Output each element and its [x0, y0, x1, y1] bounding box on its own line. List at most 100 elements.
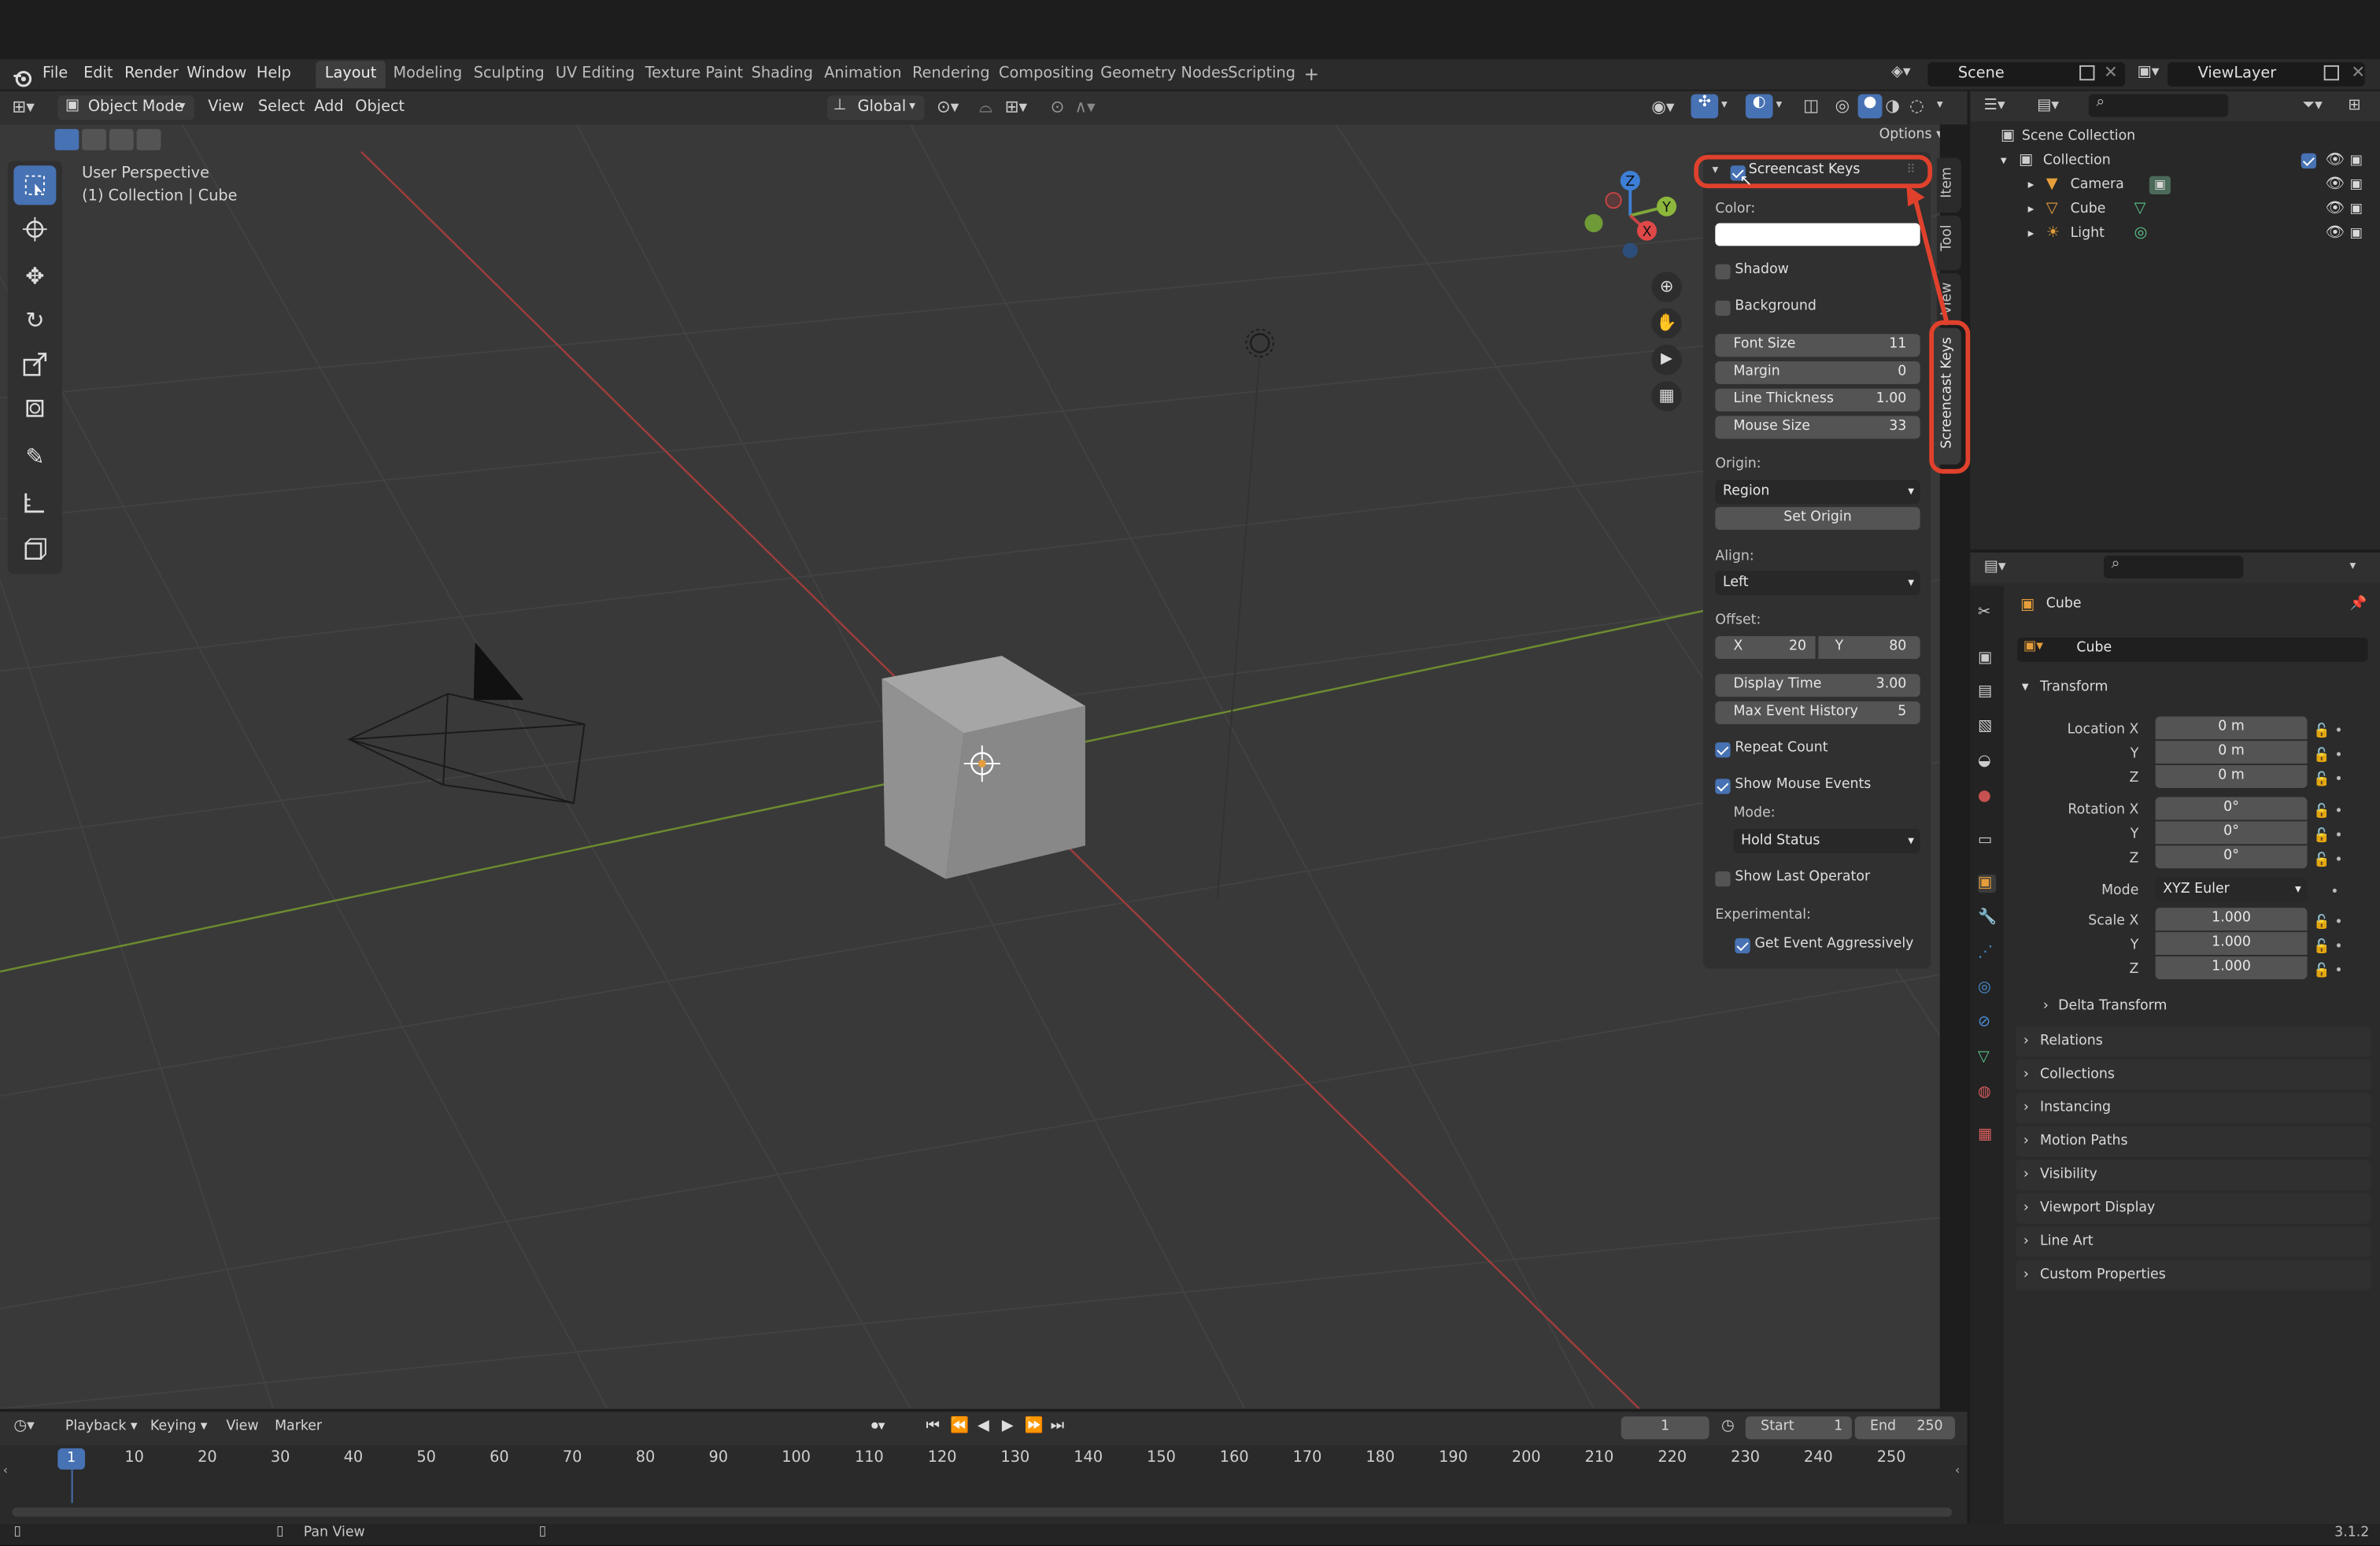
background-checkbox[interactable]: [1715, 300, 1731, 316]
tab-sculpting[interactable]: Sculpting: [464, 61, 553, 88]
location-z-field[interactable]: 0 m: [2155, 765, 2308, 788]
ortho-toggle-icon[interactable]: ▦: [1651, 381, 1682, 412]
new-scene-icon[interactable]: [2079, 65, 2095, 81]
shadow-checkbox[interactable]: [1715, 264, 1731, 279]
shading-dropdown-icon[interactable]: ▾: [1937, 97, 1943, 110]
delta-transform-section[interactable]: › Delta Transform: [2037, 996, 2356, 1020]
outliner-row-camera[interactable]: ▸ ▼ Camera ▣ 👁 ▣: [1970, 173, 2380, 198]
camera-object[interactable]: [334, 633, 607, 815]
cube-object[interactable]: [873, 649, 1100, 892]
scroll-right-icon[interactable]: ‹: [1955, 1463, 1960, 1477]
menu-window[interactable]: Window: [187, 65, 246, 82]
tab-scripting[interactable]: Scripting: [1219, 61, 1305, 88]
menu-edit[interactable]: Edit: [83, 65, 113, 82]
world-tab-icon[interactable]: ●: [1978, 788, 1996, 806]
camera-render-icon[interactable]: ▣: [2349, 173, 2362, 198]
material-shading-icon[interactable]: ◑: [1885, 96, 1900, 116]
show-mouse-events-checkbox[interactable]: [1715, 779, 1731, 794]
tool-tab-icon[interactable]: ✂: [1978, 605, 1996, 623]
properties-options-icon[interactable]: ▾: [2349, 559, 2356, 572]
scale-x-field[interactable]: 1.000: [2155, 908, 2308, 931]
align-dropdown[interactable]: Left ▾: [1715, 571, 1920, 596]
playhead-marker[interactable]: 1: [57, 1448, 86, 1470]
offset-y-field[interactable]: Y 80: [1818, 636, 1920, 660]
tab-layout[interactable]: Layout: [316, 61, 386, 88]
object-tab-icon[interactable]: ▣: [1977, 874, 1997, 893]
measure-tool-icon[interactable]: [13, 483, 56, 522]
preview-range-icon[interactable]: ◷: [1721, 1418, 1735, 1434]
pivot-point-icon[interactable]: ⊙▾: [937, 97, 959, 117]
display-time-field[interactable]: Display Time 3.00: [1715, 674, 1920, 697]
custom-properties-section[interactable]: › Custom Properties: [2016, 1259, 2371, 1291]
scale-y-field[interactable]: 1.000: [2155, 932, 2308, 956]
line-thickness-field[interactable]: Line Thickness 1.00: [1715, 388, 1920, 412]
filter-icon[interactable]: ⏷▾: [2303, 97, 2323, 113]
editor-type-icon[interactable]: ⊞▾: [12, 97, 34, 117]
properties-search-input[interactable]: ⌕: [2104, 555, 2244, 579]
menu-file[interactable]: File: [42, 65, 68, 82]
lock-icon[interactable]: 🔓 •: [2313, 960, 2342, 984]
mesh-data-tab-icon[interactable]: ▽: [1978, 1049, 1996, 1067]
cursor-tool-icon[interactable]: [13, 209, 56, 249]
relations-section[interactable]: › Relations: [2016, 1026, 2371, 1057]
tab-geometry-nodes[interactable]: Geometry Nodes: [1092, 61, 1238, 88]
jump-end-icon[interactable]: ⏭: [1051, 1418, 1064, 1434]
rendered-shading-icon[interactable]: ◌: [1909, 96, 1924, 116]
eye-icon[interactable]: 👁: [2326, 173, 2345, 198]
chevron-right-icon[interactable]: ▸: [2028, 198, 2034, 222]
light-object[interactable]: [1242, 325, 1278, 361]
rotation-x-field[interactable]: 0°: [2155, 797, 2308, 820]
motion-paths-section[interactable]: › Motion Paths: [2016, 1126, 2371, 1157]
texture-tab-icon[interactable]: ▦: [1978, 1126, 1996, 1145]
timeline-scrollbar[interactable]: [12, 1507, 1953, 1517]
rotation-z-field[interactable]: 0°: [2155, 845, 2308, 869]
pan-view-icon[interactable]: ✋: [1651, 308, 1682, 339]
snap-icon[interactable]: ⌓: [979, 97, 992, 118]
select-extend-icon[interactable]: [82, 128, 107, 150]
solid-shading-icon[interactable]: ●: [1857, 94, 1883, 119]
modifier-tab-icon[interactable]: 🔧: [1978, 909, 1997, 927]
new-collection-icon[interactable]: ⊞: [2349, 97, 2361, 113]
camera-render-icon[interactable]: ▣: [2349, 149, 2362, 173]
location-x-field[interactable]: 0 m: [2155, 716, 2308, 740]
menu-add[interactable]: Add: [314, 98, 343, 115]
transform-section-header[interactable]: ▾ Transform: [2016, 677, 2371, 701]
play-icon[interactable]: ▶: [1002, 1418, 1014, 1434]
outliner-row-light[interactable]: ▸ ☀ Light ◎ 👁 ▣: [1970, 222, 2380, 246]
lock-icon[interactable]: 🔓 •: [2313, 768, 2342, 793]
select-box-tool-icon[interactable]: [13, 165, 57, 205]
pin-icon[interactable]: 📌: [2349, 597, 2367, 612]
falloff-icon[interactable]: ∧▾: [1074, 97, 1095, 117]
transform-orientation-dropdown[interactable]: ⊥ Global ▾: [827, 95, 925, 120]
annotate-tool-icon[interactable]: ✎: [13, 437, 56, 476]
eye-icon[interactable]: 👁: [2326, 222, 2345, 246]
tab-animation[interactable]: Animation: [815, 61, 911, 88]
scale-tool-icon[interactable]: [13, 345, 56, 384]
xray-icon[interactable]: ◫: [1803, 96, 1819, 116]
prev-keyframe-icon[interactable]: ⏪: [950, 1418, 969, 1434]
camera-view-icon[interactable]: ▶: [1651, 344, 1682, 375]
lock-icon[interactable]: 🔓 •: [2313, 744, 2342, 768]
menu-marker[interactable]: Marker: [275, 1419, 322, 1434]
constraints-tab-icon[interactable]: ⊘: [1978, 1014, 1996, 1032]
blender-logo-icon[interactable]: [12, 65, 32, 87]
chevron-down-icon[interactable]: ▾: [2001, 149, 2007, 173]
viewlayer-selector-icon[interactable]: ▣▾: [2137, 64, 2159, 80]
render-tab-icon[interactable]: ▣: [1978, 649, 1996, 668]
particles-tab-icon[interactable]: ⋰: [1978, 945, 1996, 963]
proportional-edit-icon[interactable]: ⊙: [1051, 97, 1065, 117]
font-size-field[interactable]: Font Size 11: [1715, 334, 1920, 357]
collection-tab-icon[interactable]: ▭: [1978, 832, 1996, 850]
offset-x-field[interactable]: X 20: [1715, 636, 1816, 660]
outliner-search-input[interactable]: ⌕: [2088, 94, 2229, 117]
zoom-view-icon[interactable]: ⊕: [1651, 272, 1682, 302]
camera-render-icon[interactable]: ▣: [2349, 198, 2362, 222]
current-frame-field[interactable]: 1: [1621, 1416, 1709, 1440]
collections-section[interactable]: › Collections: [2016, 1060, 2371, 1090]
lock-icon[interactable]: 🔓 •: [2313, 849, 2342, 873]
overlays-toggle-icon[interactable]: ◐: [1745, 94, 1773, 119]
keyframe-icon[interactable]: •: [2313, 881, 2342, 905]
scene-name-field[interactable]: Scene: [1927, 62, 2126, 87]
collection-exclude-checkbox[interactable]: [2301, 153, 2317, 169]
menu-playback[interactable]: Playback ▾: [65, 1419, 138, 1434]
